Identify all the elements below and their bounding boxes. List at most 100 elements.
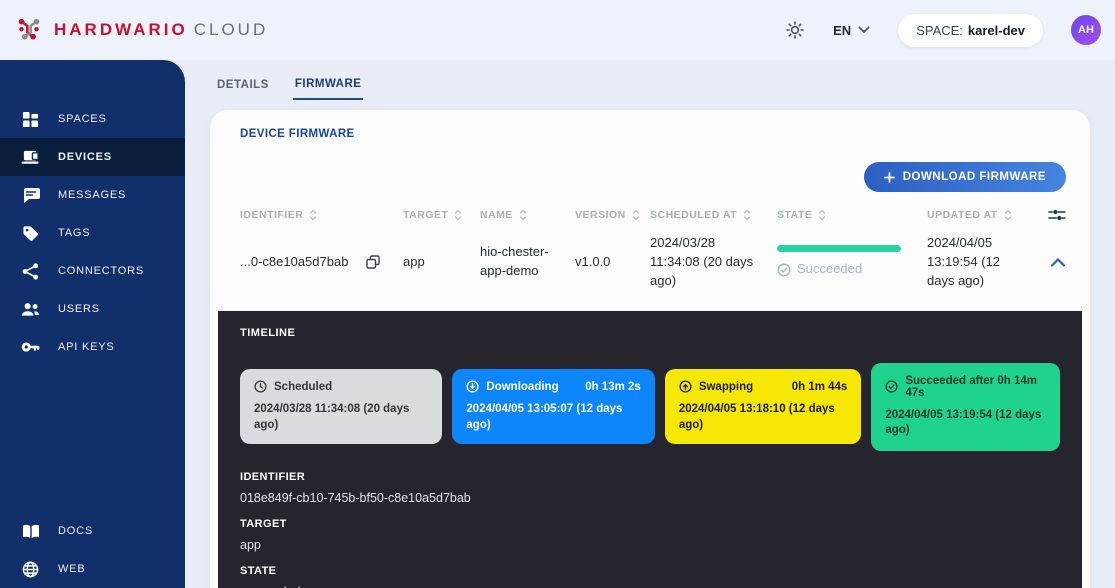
sidebar-item-label: CONNECTORS (58, 265, 144, 277)
row-target: app (403, 253, 480, 272)
column-header-name[interactable]: NAME (480, 209, 575, 221)
detail-value-state: succeeded (240, 585, 1060, 588)
device-details: IDENTIFIER 018e849f-cb10-745b-bf50-c8e10… (240, 471, 1060, 588)
event-label: Scheduled (274, 381, 332, 393)
column-settings-button[interactable] (1048, 208, 1066, 222)
space-label: SPACE: (916, 23, 963, 38)
key-icon (21, 341, 40, 353)
sort-icon (309, 209, 317, 221)
sun-icon (785, 20, 805, 40)
detail-value-target: app (240, 538, 1060, 552)
space-selector[interactable]: SPACE: karel-dev (898, 14, 1043, 47)
event-timestamp: 2024/04/05 13:19:54 (12 days ago) (885, 408, 1046, 439)
sort-icon (1004, 209, 1012, 221)
detail-label-identifier: IDENTIFIER (240, 471, 1060, 483)
column-header-identifier[interactable]: IDENTIFIER (240, 209, 403, 221)
detail-value-identifier: 018e849f-cb10-745b-bf50-c8e10a5d7bab (240, 491, 1060, 505)
detail-label-state: STATE (240, 565, 1060, 577)
tag-icon (21, 225, 40, 242)
event-label: Swapping (699, 381, 753, 393)
sidebar-item-devices[interactable]: DEVICES (0, 138, 185, 176)
sidebar-item-users[interactable]: USERS (0, 290, 185, 328)
sidebar-item-docs[interactable]: DOCS (0, 512, 185, 550)
book-icon (21, 524, 40, 539)
grid-icon (21, 111, 40, 128)
sidebar-item-tags[interactable]: TAGS (0, 214, 185, 252)
sidebar-item-connectors[interactable]: CONNECTORS (0, 252, 185, 290)
event-duration: 0h 13m 2s (585, 381, 641, 393)
column-header-target[interactable]: TARGET (403, 209, 480, 221)
card-title: DEVICE FIRMWARE (210, 110, 1090, 140)
devices-icon (21, 149, 40, 166)
sort-icon (743, 209, 751, 221)
copy-icon[interactable] (366, 255, 380, 269)
column-header-updated-at[interactable]: UPDATED AT (927, 209, 1042, 221)
timeline-event-scheduled: Scheduled 2024/03/28 11:34:08 (20 days a… (240, 369, 442, 444)
sort-icon (818, 209, 826, 221)
share-icon (21, 263, 40, 280)
tab-details[interactable]: DETAILS (215, 78, 271, 100)
column-header-scheduled-at[interactable]: SCHEDULED AT (650, 209, 777, 221)
timeline-event-succeeded: Succeeded after 0h 14m 47s 2024/04/05 13… (871, 363, 1060, 451)
chevron-down-icon (858, 26, 870, 34)
sidebar-item-label: DOCS (58, 525, 93, 537)
row-updated-at: 2024/04/05 13:19:54 (12 days ago) (927, 234, 1042, 291)
chevron-up-icon (1050, 257, 1066, 268)
event-timestamp: 2024/04/05 13:18:10 (12 days ago) (679, 402, 848, 433)
avatar[interactable]: AH (1071, 15, 1101, 45)
sort-icon (454, 209, 462, 221)
row-scheduled-at: 2024/03/28 11:34:08 (20 days ago) (650, 234, 777, 291)
language-selector[interactable]: EN (833, 23, 870, 38)
row-state: Succeeded (797, 260, 862, 279)
sidebar-item-label: API KEYS (58, 341, 115, 353)
download-circle-icon (466, 380, 479, 393)
column-header-state[interactable]: STATE (777, 209, 927, 221)
sort-icon (519, 209, 527, 221)
space-name: karel-dev (968, 23, 1025, 38)
check-circle-icon (777, 263, 791, 277)
sidebar-item-api-keys[interactable]: API KEYS (0, 328, 185, 366)
sort-icon (632, 209, 640, 221)
tab-firmware[interactable]: FIRMWARE (293, 78, 364, 100)
main-content: DETAILS FIRMWARE DEVICE FIRMWARE DOWNLOA… (185, 60, 1115, 588)
globe-icon (21, 561, 40, 578)
event-label: Downloading (486, 381, 558, 393)
sidebar: SPACES DEVICES MESSAGES TAGS (0, 60, 185, 588)
device-firmware-card: DEVICE FIRMWARE DOWNLOAD FIRMWARE IDENTI… (210, 110, 1090, 588)
column-header-version[interactable]: VERSION (575, 209, 650, 221)
table-header: IDENTIFIER TARGET NAME VERSION SCHEDULED… (210, 192, 1090, 222)
sidebar-item-label: MESSAGES (58, 189, 126, 201)
row-expanded-panel: TIMELINE Scheduled 2024/03/28 11:34:08 (… (218, 311, 1082, 588)
event-label: Succeeded after 0h 14m 47s (905, 375, 1046, 399)
detail-label-target: TARGET (240, 518, 1060, 530)
event-timestamp: 2024/04/05 13:05:07 (12 days ago) (466, 402, 640, 433)
brand-secondary: CLOUD (194, 20, 269, 39)
users-icon (21, 302, 40, 317)
sidebar-item-label: TAGS (58, 227, 90, 239)
download-firmware-label: DOWNLOAD FIRMWARE (903, 171, 1046, 183)
timeline-event-downloading: Downloading 0h 13m 2s 2024/04/05 13:05:0… (452, 369, 654, 444)
sidebar-item-messages[interactable]: MESSAGES (0, 176, 185, 214)
sidebar-item-label: WEB (58, 563, 85, 575)
timeline-events: Scheduled 2024/03/28 11:34:08 (20 days a… (240, 363, 1060, 451)
sidebar-item-web[interactable]: WEB (0, 550, 185, 588)
timeline-title: TIMELINE (240, 327, 1060, 339)
tab-bar: DETAILS FIRMWARE (215, 78, 1115, 100)
brand-primary: HARDWARIO (54, 20, 188, 39)
plus-icon (884, 172, 895, 183)
download-firmware-button[interactable]: DOWNLOAD FIRMWARE (864, 162, 1066, 192)
timeline-event-swapping: Swapping 0h 1m 44s 2024/04/05 13:18:10 (… (665, 369, 862, 444)
sidebar-item-spaces[interactable]: SPACES (0, 100, 185, 138)
messages-icon (21, 187, 40, 204)
row-version: v1.0.0 (575, 253, 650, 272)
check-circle-icon (885, 380, 898, 393)
brand-logo: HARDWARIO CLOUD (14, 15, 268, 45)
row-name: hio-chester-app-demo (480, 243, 575, 281)
table-row[interactable]: ...0-c8e10a5d7bab app hio-chester-app-de… (210, 222, 1090, 307)
sliders-icon (1048, 208, 1066, 222)
brand-name: HARDWARIO CLOUD (54, 20, 268, 40)
theme-toggle-button[interactable] (785, 20, 805, 40)
row-identifier: ...0-c8e10a5d7bab (240, 253, 348, 272)
sidebar-item-label: USERS (58, 303, 100, 315)
collapse-row-button[interactable] (1050, 257, 1066, 268)
